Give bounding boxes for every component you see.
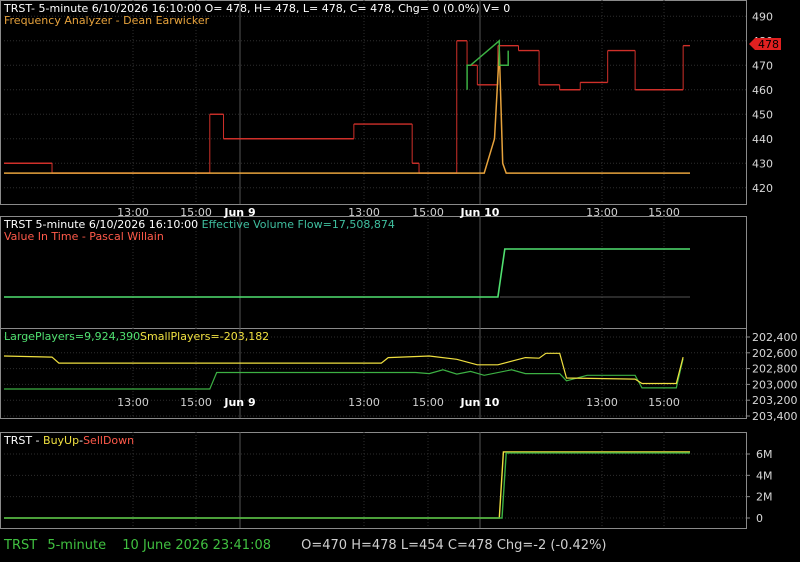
price-y-tick: 490: [752, 10, 773, 23]
status-interval: 5-minute: [47, 538, 106, 553]
price-y-tick: 440: [752, 133, 773, 146]
price-y-tick: 450: [752, 108, 773, 121]
price-y-tick: 470: [752, 59, 773, 72]
buy-sell-y-tick: 4M: [756, 469, 773, 482]
analyzer-line: [4, 50, 690, 174]
volume-flow-header-value: Effective Volume Flow=17,508,874: [202, 218, 395, 231]
players-legend-small: SmallPlayers=-203,182: [140, 330, 269, 343]
players-legend-large: LargePlayers=9,924,390: [4, 330, 140, 343]
x-tick-label: 13:00: [348, 396, 380, 409]
panel-borders: [0, 0, 747, 529]
x-tick-label: 15:00: [412, 396, 444, 409]
status-datetime: 10 June 2026 23:41:08: [122, 538, 271, 553]
buy-sell-y-tick: 6M: [756, 448, 773, 461]
axis-layer: 13:00 15:00 Jun 9 13:00 15:00 Jun 10 13:00 15:0…: [117, 10, 797, 525]
players-y-tick: 202,800: [752, 363, 798, 376]
buy-sell-y-tick: 2M: [756, 491, 773, 504]
x-tick-label: 13:00: [586, 206, 618, 219]
x-tick-label: 15:00: [648, 396, 680, 409]
price-y-tick: 430: [752, 157, 773, 170]
buy-up-label: BuyUp: [43, 434, 79, 447]
players-y-tick: 203,400: [752, 410, 798, 423]
volume-flow-subheader: Value In Time - Pascal Willain: [4, 230, 164, 243]
selldown-line: [4, 452, 690, 519]
x-tick-label: 13:00: [586, 396, 618, 409]
chart-canvas: 13:00 15:00 Jun 9 13:00 15:00 Jun 10 13:00 15:0…: [0, 0, 798, 553]
x-tick-label: Jun 10: [460, 396, 500, 409]
players-y-tick: 203,200: [752, 394, 798, 407]
buy-sell-y-tick: 0: [756, 512, 763, 525]
price-subheader: Frequency Analyzer - Dean Earwicker: [4, 14, 210, 27]
buy-sell-prefix: TRST -: [3, 434, 43, 447]
x-tick-label: 13:00: [117, 396, 149, 409]
buyup-line: [4, 451, 690, 519]
buy-sell-header: TRST - BuyUp-SellDown: [3, 434, 134, 447]
x-tick-label: Jun 9: [223, 396, 255, 409]
last-price-tag: 478: [749, 38, 781, 51]
x-tick-label: 15:00: [180, 396, 212, 409]
x-tick-label: Jun 10: [460, 206, 500, 219]
players-y-tick: 202,400: [752, 331, 798, 344]
status-bar: TRST 5-minute 10 June 2026 23:41:08 O=47…: [3, 538, 607, 553]
sell-down-label: SellDown: [83, 434, 134, 447]
status-ohlc: O=470 H=478 L=454 C=478 Chg=-2 (-0.42%): [301, 538, 606, 553]
players-y-tick: 203,000: [752, 378, 798, 391]
x-tick-label: 15:00: [412, 206, 444, 219]
status-symbol: TRST: [3, 538, 37, 553]
panel-price: [0, 0, 747, 205]
x-tick-label: 15:00: [648, 206, 680, 219]
price-y-tick: 460: [752, 84, 773, 97]
effective-volume-flow-line: [4, 248, 690, 298]
players-y-tick: 202,600: [752, 347, 798, 360]
price-y-tick: 420: [752, 182, 773, 195]
price-tag-value: 478: [758, 38, 779, 51]
